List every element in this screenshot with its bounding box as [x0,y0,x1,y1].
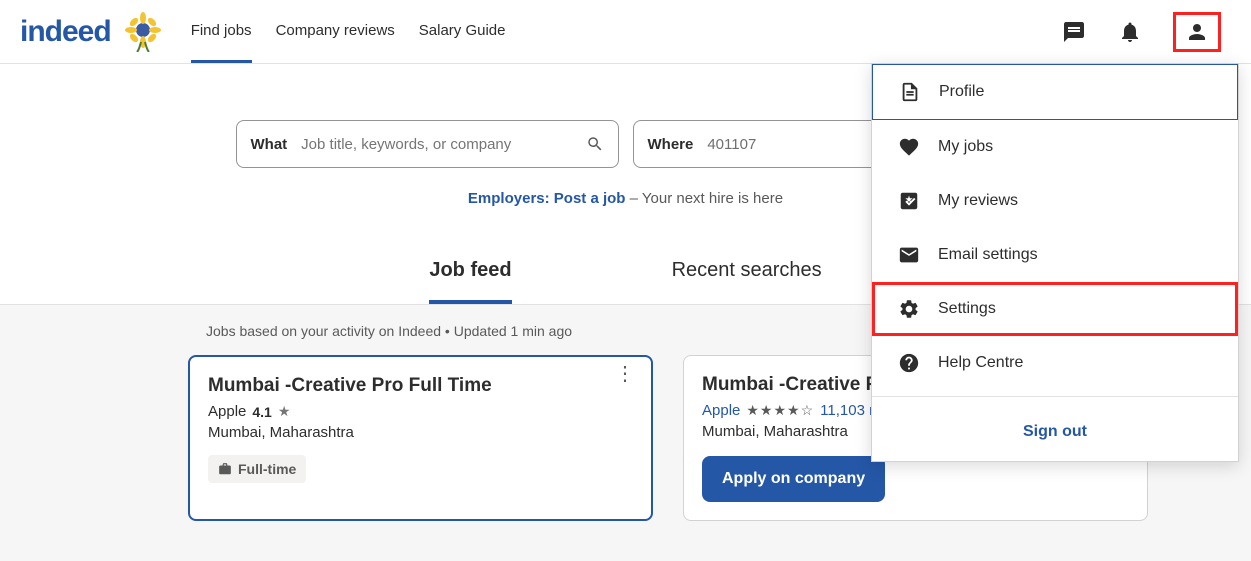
employers-post-job-link[interactable]: Employers: Post a job [468,190,626,207]
employers-rest: – Your next hire is here [625,190,783,207]
dd-settings-highlighted[interactable]: Settings [872,282,1238,336]
divider [872,396,1238,397]
dd-my-jobs[interactable]: My jobs [872,120,1238,174]
nav-salary-guide[interactable]: Salary Guide [419,0,506,63]
help-icon [898,352,920,374]
dd-profile[interactable]: Profile [872,64,1238,120]
header-right [1061,12,1231,52]
heart-icon [898,136,920,158]
where-label: Where [648,136,694,153]
what-label: What [251,136,288,153]
kebab-icon[interactable]: ⋮ [615,371,635,377]
dd-email-settings[interactable]: Email settings [872,228,1238,282]
sign-out-button[interactable]: Sign out [872,403,1238,461]
profile-icon-highlighted[interactable] [1173,12,1221,52]
profile-dropdown: Profile My jobs My reviews Email setting… [871,63,1239,462]
logo[interactable]: indeed [20,15,111,49]
doc-icon [899,81,921,103]
dd-help-centre[interactable]: Help Centre [872,336,1238,390]
nav-company-reviews[interactable]: Company reviews [276,0,395,63]
person-icon[interactable] [1184,19,1210,45]
company-name[interactable]: Apple [702,402,740,419]
star-icon: ★ [278,403,291,420]
what-input[interactable] [301,136,585,153]
company-row: Apple 4.1 ★ [208,403,633,420]
mail-icon [898,244,920,266]
nav-find-jobs[interactable]: Find jobs [191,0,252,63]
job-title: Mumbai -Creative Pro Full Time [208,375,633,397]
stars-icon: ★★★★☆ [746,402,814,419]
job-tag: Full-time [208,455,306,483]
tab-recent-searches[interactable]: Recent searches [672,241,822,304]
badge-icon [898,190,920,212]
header: indeed Find jobs Company reviews Salary … [0,0,1251,64]
messages-icon[interactable] [1061,19,1087,45]
search-what[interactable]: What [236,120,619,168]
job-card[interactable]: ⋮ Mumbai -Creative Pro Full Time Apple 4… [188,355,653,521]
tab-job-feed[interactable]: Job feed [429,241,511,304]
dd-my-reviews[interactable]: My reviews [872,174,1238,228]
briefcase-icon [218,462,232,476]
notifications-icon[interactable] [1117,19,1143,45]
sunflower-icon [123,12,163,52]
gear-icon [898,298,920,320]
apply-button[interactable]: Apply on company [702,456,885,502]
job-location: Mumbai, Maharashtra [208,424,633,441]
company-name[interactable]: Apple [208,403,246,420]
search-icon [586,135,604,153]
rating: 4.1 [252,404,271,420]
main-nav: Find jobs Company reviews Salary Guide [191,0,506,63]
